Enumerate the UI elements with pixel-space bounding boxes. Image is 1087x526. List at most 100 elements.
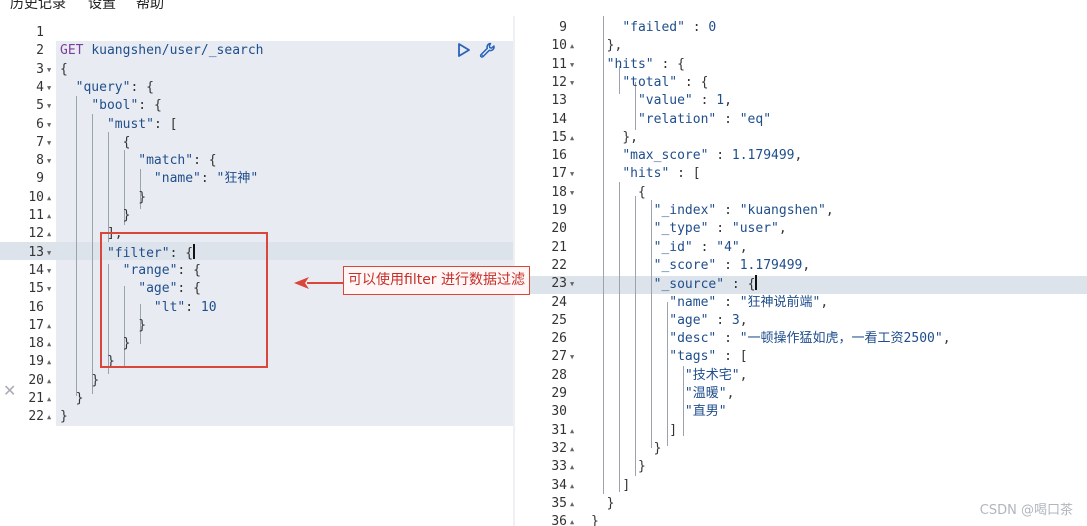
fold-toggle-icon[interactable]: ▲ xyxy=(47,225,51,243)
code-line: ] xyxy=(622,477,631,493)
fold-toggle-icon[interactable]: ▲ xyxy=(47,390,51,408)
fold-toggle-icon[interactable]: ▲ xyxy=(47,207,51,225)
code-line: "value" : 1, xyxy=(637,93,732,109)
fold-toggle-icon[interactable]: ▲ xyxy=(47,189,51,207)
fold-toggle-icon[interactable]: ▲ xyxy=(570,477,574,495)
line-number: 9 xyxy=(559,20,567,35)
line-number: 9 xyxy=(36,171,44,187)
menu-bar: 历史记录 设置 帮助 xyxy=(0,0,1087,16)
fold-toggle-icon[interactable]: ▼ xyxy=(570,165,574,183)
line-number: 26 xyxy=(551,331,567,347)
line-number: 19 xyxy=(551,203,567,218)
fold-toggle-icon[interactable]: ▲ xyxy=(570,440,574,458)
code-line: "match": { xyxy=(138,153,217,169)
code-line: "_index" : "kuangshen", xyxy=(653,203,834,218)
line-number: 17 xyxy=(28,317,44,333)
response-viewer[interactable]: 9 "failed" : 0 10 ▲ }, 11 ▼ "hits" : {12 ▼ "t… xyxy=(515,16,1087,526)
code-line: "tags" : [ xyxy=(669,349,748,365)
code-line: } xyxy=(653,440,662,456)
code-line: "query": { xyxy=(75,79,154,95)
fold-toggle-icon[interactable]: ▲ xyxy=(47,317,51,335)
code-line: }, xyxy=(622,129,638,145)
code-line: } xyxy=(75,391,84,406)
fold-toggle-icon[interactable]: ▲ xyxy=(47,408,51,426)
fold-toggle-icon[interactable]: ▲ xyxy=(47,353,51,371)
wrench-icon[interactable] xyxy=(478,41,496,59)
code-line: { xyxy=(60,61,68,77)
fold-toggle-icon[interactable]: ▼ xyxy=(570,74,574,92)
code-line: "name" : "狂神说前端", xyxy=(669,294,829,310)
fold-toggle-icon[interactable]: ▼ xyxy=(570,275,574,293)
fold-toggle-icon[interactable]: ▲ xyxy=(47,372,51,390)
fold-toggle-icon[interactable]: ▼ xyxy=(47,152,51,170)
line-number: 5 xyxy=(36,98,44,114)
menu-item-history[interactable]: 历史记录 xyxy=(10,0,66,13)
fold-toggle-icon[interactable]: ▲ xyxy=(47,335,51,353)
line-number: 31 xyxy=(551,422,567,438)
code-line: "desc" : "一顿操作猛如虎，一看工资2500", xyxy=(669,331,951,347)
fold-toggle-icon[interactable]: ▲ xyxy=(570,458,574,476)
fold-toggle-icon[interactable]: ▲ xyxy=(570,129,574,147)
fold-toggle-icon[interactable]: ▲ xyxy=(570,513,574,526)
line-number: 13 xyxy=(28,244,44,260)
fold-toggle-icon[interactable]: ▼ xyxy=(47,97,51,115)
line-number: 4 xyxy=(36,79,44,95)
line-number: 27 xyxy=(551,349,567,365)
fold-toggle-icon[interactable]: ▼ xyxy=(570,56,574,74)
line-number: 12 xyxy=(28,226,44,242)
code-line: } xyxy=(637,459,646,475)
menu-item-help[interactable]: 帮助 xyxy=(136,0,164,13)
fold-toggle-icon[interactable]: ▼ xyxy=(47,262,51,280)
line-number: 30 xyxy=(551,404,567,420)
line-number: 15 xyxy=(551,129,567,145)
line-number: 18 xyxy=(28,336,44,352)
fold-toggle-icon[interactable]: ▼ xyxy=(570,184,574,202)
code-line: "_score" : 1.179499, xyxy=(653,257,811,273)
line-number: 6 xyxy=(36,116,44,132)
line-number: 11 xyxy=(28,208,44,223)
code-line: "温暖", xyxy=(684,386,735,401)
fold-toggle-icon[interactable]: ▼ xyxy=(47,280,51,298)
watermark: CSDN @喝口茶 xyxy=(979,503,1073,518)
fold-toggle-icon[interactable]: ▼ xyxy=(47,79,51,97)
code-line: "must": [ xyxy=(106,116,178,132)
line-number: 7 xyxy=(36,134,44,150)
line-number: 16 xyxy=(551,148,567,164)
line-number: 10 xyxy=(551,38,567,54)
menu-item-settings[interactable]: 设置 xyxy=(88,0,116,13)
fold-toggle-icon[interactable]: ▲ xyxy=(570,37,574,55)
line-number: 33 xyxy=(551,459,567,475)
annotation-highlight-box xyxy=(100,232,268,368)
line-number: 29 xyxy=(551,386,567,401)
code-line: { xyxy=(637,184,646,200)
fold-toggle-icon[interactable]: ▼ xyxy=(47,134,51,152)
fold-toggle-icon[interactable]: ▼ xyxy=(47,61,51,79)
line-number: 1 xyxy=(36,25,44,40)
line-number: 17 xyxy=(551,166,567,182)
line-number: 12 xyxy=(551,74,567,90)
line-number: 21 xyxy=(551,239,567,255)
line-number: 15 xyxy=(28,281,44,297)
line-number: 36 xyxy=(551,514,567,526)
code-line: "_source" : { xyxy=(653,275,758,293)
code-line: "failed" : 0 xyxy=(622,20,717,35)
fold-toggle-icon[interactable]: ▼ xyxy=(570,348,574,366)
fold-toggle-icon[interactable]: ▲ xyxy=(570,422,574,440)
line-number: 2 xyxy=(36,43,44,59)
code-line: "bool": { xyxy=(91,98,162,114)
fold-toggle-icon[interactable]: ▼ xyxy=(47,244,51,262)
code-line: "total" : { xyxy=(622,74,709,90)
code-line: } xyxy=(138,189,147,205)
code-line: "max_score" : 1.179499, xyxy=(622,148,803,164)
fold-toggle-icon[interactable]: ▼ xyxy=(47,116,51,134)
line-number: 19 xyxy=(28,354,44,370)
code-line: } xyxy=(91,372,100,388)
code-line: "name": "狂神" xyxy=(153,171,259,187)
line-number: 34 xyxy=(551,477,567,493)
fold-toggle-icon[interactable]: ▲ xyxy=(570,495,574,513)
code-line: ] xyxy=(669,422,678,438)
close-icon[interactable]: ✕ xyxy=(3,381,16,400)
code-line: }, xyxy=(606,38,623,54)
play-icon[interactable] xyxy=(457,42,471,58)
code-line: GET kuangshen/user/_search xyxy=(60,43,264,59)
